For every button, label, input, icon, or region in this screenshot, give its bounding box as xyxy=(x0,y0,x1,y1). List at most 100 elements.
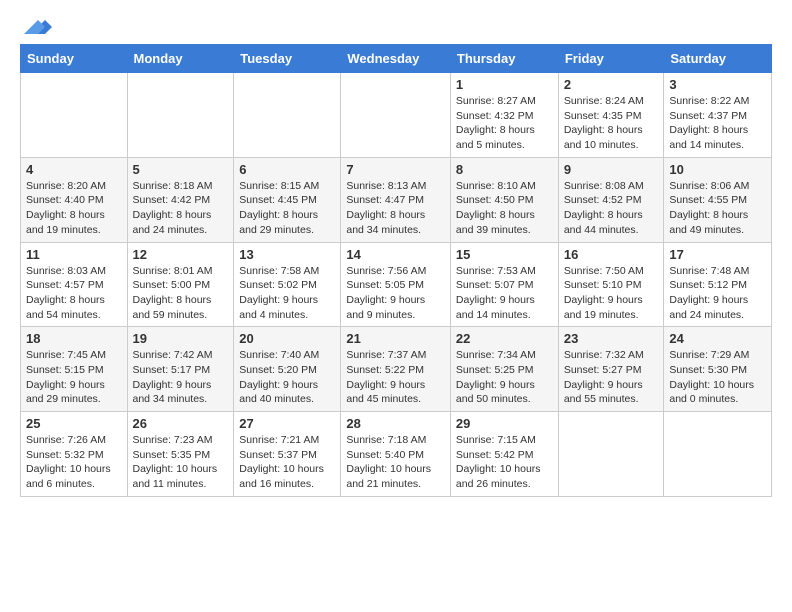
day-info: Sunrise: 8:03 AM Sunset: 4:57 PM Dayligh… xyxy=(26,264,122,323)
day-number: 21 xyxy=(346,331,445,346)
calendar-cell: 29Sunrise: 7:15 AM Sunset: 5:42 PM Dayli… xyxy=(450,412,558,497)
calendar-cell: 7 Sunrise: 8:13 AM Sunset: 4:47 PM Daylig… xyxy=(341,157,451,242)
day-info: Sunrise: 7:18 AM Sunset: 5:40 PM Dayligh… xyxy=(346,433,445,492)
calendar-cell: 17 Sunrise: 7:48 AM Sunset: 5:12 PM Dayli… xyxy=(664,242,772,327)
day-number: 3 xyxy=(669,77,766,92)
calendar-cell xyxy=(234,73,341,158)
day-info: Sunrise: 8:22 AM Sunset: 4:37 PM Dayligh… xyxy=(669,94,766,153)
header-tuesday: Tuesday xyxy=(234,45,341,73)
day-number: 16 xyxy=(564,247,659,262)
calendar-cell: 23Sunrise: 7:32 AM Sunset: 5:27 PM Dayli… xyxy=(558,327,664,412)
day-info: Sunrise: 8:24 AM Sunset: 4:35 PM Dayligh… xyxy=(564,94,659,153)
logo-icon xyxy=(24,16,52,38)
day-info: Sunrise: 7:58 AM Sunset: 5:02 PM Dayligh… xyxy=(239,264,335,323)
calendar-cell: 18Sunrise: 7:45 AM Sunset: 5:15 PM Dayli… xyxy=(21,327,128,412)
day-info: Sunrise: 8:20 AM Sunset: 4:40 PM Dayligh… xyxy=(26,179,122,238)
day-info: Sunrise: 7:21 AM Sunset: 5:37 PM Dayligh… xyxy=(239,433,335,492)
day-number: 19 xyxy=(133,331,229,346)
header-thursday: Thursday xyxy=(450,45,558,73)
day-number: 2 xyxy=(564,77,659,92)
calendar-cell: 19 Sunrise: 7:42 AM Sunset: 5:17 PM Dayli… xyxy=(127,327,234,412)
header-wednesday: Wednesday xyxy=(341,45,451,73)
calendar-week-row: 18Sunrise: 7:45 AM Sunset: 5:15 PM Dayli… xyxy=(21,327,772,412)
day-number: 24 xyxy=(669,331,766,346)
calendar-cell: 5 Sunrise: 8:18 AM Sunset: 4:42 PM Daylig… xyxy=(127,157,234,242)
calendar-cell: 12 Sunrise: 8:01 AM Sunset: 5:00 PM Dayli… xyxy=(127,242,234,327)
calendar-header-row: SundayMondayTuesdayWednesdayThursdayFrid… xyxy=(21,45,772,73)
calendar-cell xyxy=(127,73,234,158)
day-info: Sunrise: 7:50 AM Sunset: 5:10 PM Dayligh… xyxy=(564,264,659,323)
calendar-cell xyxy=(558,412,664,497)
calendar-cell: 2 Sunrise: 8:24 AM Sunset: 4:35 PM Daylig… xyxy=(558,73,664,158)
calendar-cell: 10 Sunrise: 8:06 AM Sunset: 4:55 PM Dayli… xyxy=(664,157,772,242)
calendar-week-row: 25 Sunrise: 7:26 AM Sunset: 5:32 PM Dayli… xyxy=(21,412,772,497)
header-monday: Monday xyxy=(127,45,234,73)
day-number: 28 xyxy=(346,416,445,431)
day-number: 13 xyxy=(239,247,335,262)
day-info: Sunrise: 7:56 AM Sunset: 5:05 PM Dayligh… xyxy=(346,264,445,323)
day-number: 27 xyxy=(239,416,335,431)
calendar-cell: 25 Sunrise: 7:26 AM Sunset: 5:32 PM Dayli… xyxy=(21,412,128,497)
day-info: Sunrise: 8:01 AM Sunset: 5:00 PM Dayligh… xyxy=(133,264,229,323)
day-number: 1 xyxy=(456,77,553,92)
day-info: Sunrise: 7:23 AM Sunset: 5:35 PM Dayligh… xyxy=(133,433,229,492)
day-info: Sunrise: 7:42 AM Sunset: 5:17 PM Dayligh… xyxy=(133,348,229,407)
day-number: 26 xyxy=(133,416,229,431)
day-number: 25 xyxy=(26,416,122,431)
calendar-cell: 21 Sunrise: 7:37 AM Sunset: 5:22 PM Dayli… xyxy=(341,327,451,412)
day-number: 5 xyxy=(133,162,229,177)
day-info: Sunrise: 7:37 AM Sunset: 5:22 PM Dayligh… xyxy=(346,348,445,407)
day-info: Sunrise: 7:26 AM Sunset: 5:32 PM Dayligh… xyxy=(26,433,122,492)
logo xyxy=(20,16,52,32)
calendar-cell: 8 Sunrise: 8:10 AM Sunset: 4:50 PM Daylig… xyxy=(450,157,558,242)
day-number: 6 xyxy=(239,162,335,177)
day-info: Sunrise: 7:34 AM Sunset: 5:25 PM Dayligh… xyxy=(456,348,553,407)
calendar-cell: 28 Sunrise: 7:18 AM Sunset: 5:40 PM Dayli… xyxy=(341,412,451,497)
day-info: Sunrise: 8:18 AM Sunset: 4:42 PM Dayligh… xyxy=(133,179,229,238)
header-sunday: Sunday xyxy=(21,45,128,73)
calendar-table: SundayMondayTuesdayWednesdayThursdayFrid… xyxy=(20,44,772,497)
calendar-cell xyxy=(341,73,451,158)
calendar-cell: 14 Sunrise: 7:56 AM Sunset: 5:05 PM Dayli… xyxy=(341,242,451,327)
day-info: Sunrise: 7:29 AM Sunset: 5:30 PM Dayligh… xyxy=(669,348,766,407)
day-info: Sunrise: 7:53 AM Sunset: 5:07 PM Dayligh… xyxy=(456,264,553,323)
day-info: Sunrise: 7:48 AM Sunset: 5:12 PM Dayligh… xyxy=(669,264,766,323)
calendar-cell xyxy=(21,73,128,158)
day-info: Sunrise: 8:10 AM Sunset: 4:50 PM Dayligh… xyxy=(456,179,553,238)
day-number: 12 xyxy=(133,247,229,262)
calendar-cell: 3 Sunrise: 8:22 AM Sunset: 4:37 PM Daylig… xyxy=(664,73,772,158)
day-info: Sunrise: 8:27 AM Sunset: 4:32 PM Dayligh… xyxy=(456,94,553,153)
header-saturday: Saturday xyxy=(664,45,772,73)
calendar-cell: 9Sunrise: 8:08 AM Sunset: 4:52 PM Daylig… xyxy=(558,157,664,242)
page-header xyxy=(20,16,772,32)
day-info: Sunrise: 7:32 AM Sunset: 5:27 PM Dayligh… xyxy=(564,348,659,407)
calendar-cell xyxy=(664,412,772,497)
calendar-cell: 20Sunrise: 7:40 AM Sunset: 5:20 PM Dayli… xyxy=(234,327,341,412)
day-number: 7 xyxy=(346,162,445,177)
day-info: Sunrise: 8:15 AM Sunset: 4:45 PM Dayligh… xyxy=(239,179,335,238)
calendar-cell: 6 Sunrise: 8:15 AM Sunset: 4:45 PM Daylig… xyxy=(234,157,341,242)
calendar-cell: 22 Sunrise: 7:34 AM Sunset: 5:25 PM Dayli… xyxy=(450,327,558,412)
calendar-cell: 1 Sunrise: 8:27 AM Sunset: 4:32 PM Daylig… xyxy=(450,73,558,158)
day-number: 17 xyxy=(669,247,766,262)
calendar-cell: 13 Sunrise: 7:58 AM Sunset: 5:02 PM Dayli… xyxy=(234,242,341,327)
day-number: 14 xyxy=(346,247,445,262)
day-number: 4 xyxy=(26,162,122,177)
day-number: 9 xyxy=(564,162,659,177)
calendar-cell: 16 Sunrise: 7:50 AM Sunset: 5:10 PM Dayli… xyxy=(558,242,664,327)
calendar-cell: 4 Sunrise: 8:20 AM Sunset: 4:40 PM Daylig… xyxy=(21,157,128,242)
header-friday: Friday xyxy=(558,45,664,73)
calendar-week-row: 4 Sunrise: 8:20 AM Sunset: 4:40 PM Daylig… xyxy=(21,157,772,242)
day-info: Sunrise: 8:13 AM Sunset: 4:47 PM Dayligh… xyxy=(346,179,445,238)
day-number: 22 xyxy=(456,331,553,346)
calendar-cell: 15Sunrise: 7:53 AM Sunset: 5:07 PM Dayli… xyxy=(450,242,558,327)
calendar-cell: 11 Sunrise: 8:03 AM Sunset: 4:57 PM Dayli… xyxy=(21,242,128,327)
day-info: Sunrise: 8:06 AM Sunset: 4:55 PM Dayligh… xyxy=(669,179,766,238)
day-number: 29 xyxy=(456,416,553,431)
day-number: 10 xyxy=(669,162,766,177)
calendar-cell: 26 Sunrise: 7:23 AM Sunset: 5:35 PM Dayli… xyxy=(127,412,234,497)
day-number: 8 xyxy=(456,162,553,177)
day-number: 11 xyxy=(26,247,122,262)
day-info: Sunrise: 7:45 AM Sunset: 5:15 PM Dayligh… xyxy=(26,348,122,407)
calendar-cell: 24 Sunrise: 7:29 AM Sunset: 5:30 PM Dayli… xyxy=(664,327,772,412)
